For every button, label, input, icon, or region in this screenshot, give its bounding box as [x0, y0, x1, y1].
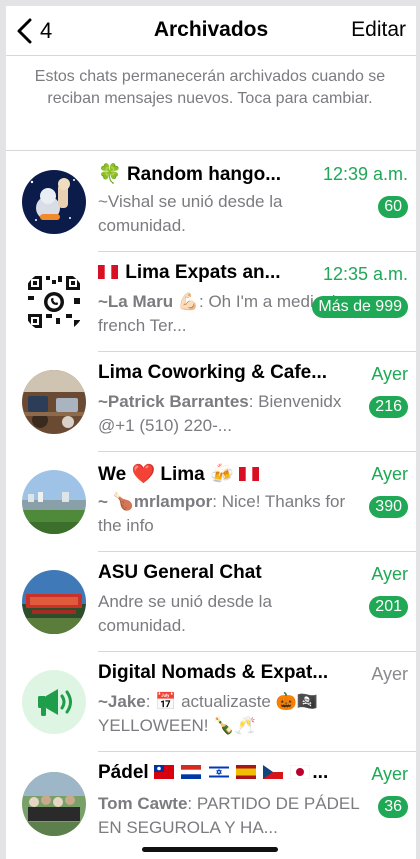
avatar — [22, 570, 86, 634]
chat-preview: Tom Cawte: PARTIDO DE PÁDEL EN SEGUROLA … — [98, 792, 360, 840]
message-text: actualizaste — [176, 692, 276, 711]
message-sender: Tom Cawte — [98, 794, 188, 813]
flexed-biceps-icon: 💪🏻 — [177, 292, 200, 311]
peru-flag-icon — [239, 467, 259, 481]
message-text: YELLOWEEN! — [98, 716, 214, 735]
peru-flag-icon — [98, 265, 118, 279]
chat-time: Ayer — [371, 364, 408, 384]
chat-name-text: We — [98, 464, 127, 485]
chat-time: 12:39 a.m. — [322, 164, 408, 184]
unread-badge: 216 — [369, 396, 408, 418]
chat-preview: ~ 🍗mrlampor: Nice! Thanks for the info — [98, 490, 360, 538]
chat-name: ASU General Chat — [98, 562, 262, 583]
unread-badge: 201 — [369, 596, 408, 618]
chat-name: Digital Nomads & Expat... — [98, 662, 329, 683]
chat-time: Ayer — [371, 664, 408, 684]
chat-name-text: Random hango... — [126, 164, 282, 185]
unread-badge: 390 — [369, 496, 408, 518]
unread-badge: Más de 999 — [312, 296, 408, 318]
avatar — [22, 670, 86, 734]
chat-time: 12:35 a.m. — [322, 264, 408, 284]
unread-badge: 36 — [378, 796, 408, 818]
israel-flag-icon — [208, 765, 229, 779]
spain-flag-icon — [235, 765, 256, 779]
chat-preview: ~Vishal se unió desde la comunidad. — [98, 192, 283, 235]
chat-preview: ~Jake: 📅 actualizaste 🎃🏴‍☠️ YELLOWEEN! 🍾… — [98, 690, 378, 738]
avatar — [22, 470, 86, 534]
chat-row-random-hangouts[interactable]: 🍀 Random hango... 12:39 a.m. ~Vishal se … — [6, 152, 416, 252]
chat-time: Ayer — [371, 464, 408, 484]
chat-name-text: Lima Expats an... — [125, 262, 281, 283]
chat-row-padel[interactable]: Pádel ... Ayer Tom Cawte: PARTIDO DE PÁD… — [6, 752, 416, 852]
message-sender: ~Patrick Barrantes — [98, 392, 249, 411]
message-sender: mrlampor — [133, 492, 213, 511]
chat-preview: Andre se unió desde la comunidad. — [98, 592, 272, 635]
chat-row-we-love-lima[interactable]: We ❤️ Lima 🍻 Ayer ~ 🍗mrlampor: Nice! Tha… — [6, 452, 416, 552]
avatar — [22, 270, 86, 334]
chat-row-digital-nomads[interactable]: Digital Nomads & Expat... Ayer ~Jake: 📅 … — [6, 652, 416, 752]
chat-name-suffix: Lima — [160, 464, 205, 485]
nav-bar: 4 Archivados Editar — [6, 6, 416, 54]
message-text: : — [145, 692, 156, 711]
chat-time: Ayer — [371, 764, 408, 784]
chat-preview: ~Patrick Barrantes: Bienvenidx @+1 (510)… — [98, 390, 360, 438]
czech-flag-icon — [263, 765, 284, 779]
clinking-glasses-icon: 🥂 — [234, 716, 256, 735]
japan-flag-icon — [290, 765, 311, 779]
chat-name-ellipsis: ... — [312, 762, 329, 783]
chat-name: We ❤️ Lima 🍻 — [98, 462, 338, 486]
message-sender-prefix: ~ — [98, 492, 108, 511]
poultry-leg-icon: 🍗 — [112, 492, 134, 511]
archive-info-text[interactable]: Estos chats permanecerán archivados cuan… — [30, 66, 390, 110]
right-edge — [416, 0, 420, 859]
taiwan-flag-icon — [153, 765, 174, 779]
chat-name: Lima Coworking & Cafe... — [98, 362, 328, 383]
red-heart-icon: ❤️ — [131, 464, 156, 485]
beer-mugs-icon: 🍻 — [210, 464, 234, 485]
avatar — [22, 170, 86, 234]
champagne-bottle-icon: 🍾 — [213, 716, 235, 735]
edit-button[interactable]: Editar — [351, 18, 406, 42]
archived-chats-screen: 4 Archivados Editar Estos chats permanec… — [0, 0, 420, 859]
message-sender: ~Jake — [98, 692, 146, 711]
chat-row-lima-coworking[interactable]: Lima Coworking & Cafe... Ayer ~Patrick B… — [6, 352, 416, 452]
paraguay-flag-icon — [181, 765, 202, 779]
jack-o-lantern-icon: 🎃 — [275, 692, 297, 711]
avatar — [22, 772, 86, 836]
chat-row-lima-expats[interactable]: Lima Expats an... 12:35 a.m. ~La Maru 💪🏻… — [6, 252, 416, 352]
chat-name: 🍀 Random hango... — [98, 162, 308, 186]
chat-name-text: Pádel — [98, 762, 149, 783]
clover-icon: 🍀 — [98, 164, 122, 185]
home-indicator[interactable] — [142, 847, 278, 852]
header-divider — [6, 55, 416, 56]
chat-name: Pádel ... — [98, 762, 348, 784]
calendar-icon: 📅 — [155, 692, 177, 711]
chat-row-asu-general[interactable]: ASU General Chat Ayer Andre se unió desd… — [6, 552, 416, 652]
info-divider — [6, 150, 416, 151]
avatar — [22, 370, 86, 434]
unread-badge: 60 — [378, 196, 408, 218]
message-sender: ~La Maru — [98, 292, 174, 311]
chat-name: Lima Expats an... — [98, 262, 308, 284]
chat-time: Ayer — [371, 564, 408, 584]
pirate-flag-icon: 🏴‍☠️ — [296, 692, 318, 711]
